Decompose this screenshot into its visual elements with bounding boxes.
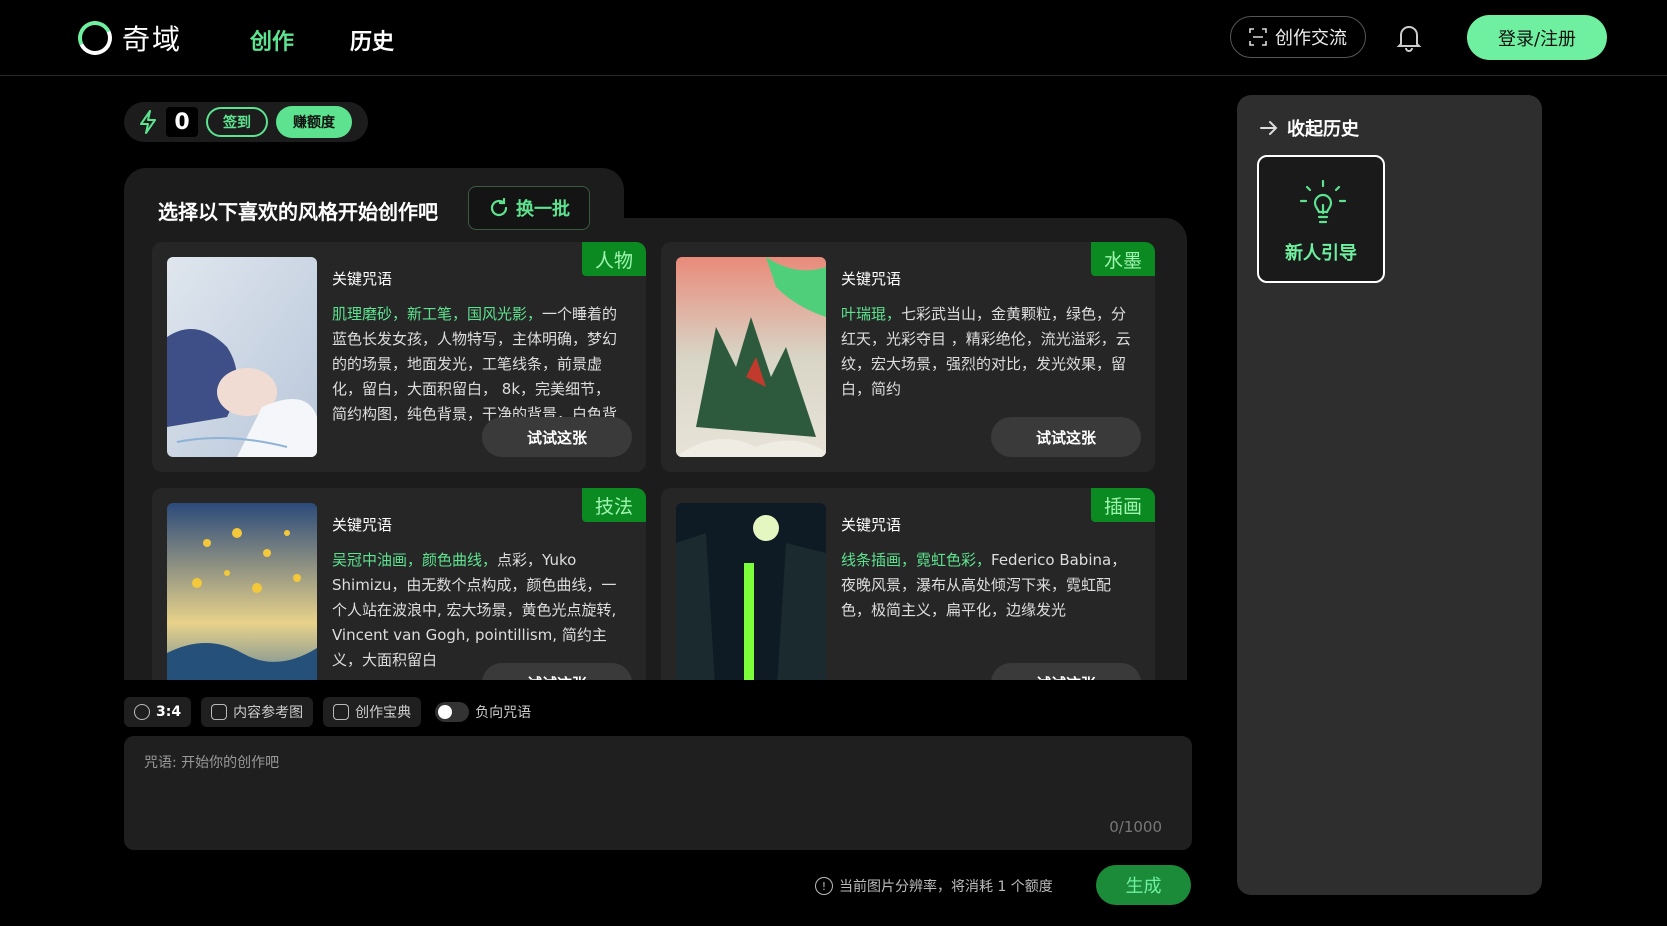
- refresh-icon: [490, 197, 508, 217]
- card-keyword-label: 关键咒语: [841, 270, 902, 288]
- card-category-tag: 技法: [582, 488, 646, 522]
- negative-prompt-toggle[interactable]: [435, 702, 470, 722]
- negative-prompt-control: 负向咒语: [431, 697, 541, 727]
- newbie-guide-label: 新人引导: [1285, 243, 1357, 264]
- collapse-history-button[interactable]: 收起历史: [1259, 115, 1359, 141]
- card-keyword-label: 关键咒语: [332, 270, 393, 288]
- login-register-button[interactable]: 登录/注册: [1467, 15, 1607, 60]
- prompt-box: 0/1000: [124, 736, 1192, 850]
- card-highlight: 线条插画，霓虹色彩，: [841, 551, 992, 569]
- top-header: 奇域 创作 历史 创作交流 登录/注册: [0, 0, 1667, 76]
- logo[interactable]: 奇域: [73, 16, 183, 60]
- codex-button[interactable]: 创作宝典: [323, 697, 422, 727]
- card-description: 线条插画，霓虹色彩，Federico Babina，夜晚风景，瀑布从高处倾泻下来…: [841, 548, 1131, 668]
- cost-note: ! 当前图片分辨率，将消耗 1 个额度: [815, 876, 1053, 896]
- logo-icon: [73, 16, 117, 60]
- style-thumbnail-neon-waterfall: [676, 503, 826, 680]
- refresh-batch-button[interactable]: 换一批: [468, 186, 590, 230]
- style-thumbnail-pointillism-waves: [167, 503, 317, 680]
- collapse-history-label: 收起历史: [1287, 119, 1359, 140]
- reference-image-button[interactable]: 内容参考图: [201, 697, 314, 727]
- nav-create[interactable]: 创作: [250, 24, 294, 56]
- aspect-ratio-icon: [134, 704, 150, 720]
- newbie-guide-card[interactable]: 新人引导: [1257, 155, 1385, 283]
- try-this-button[interactable]: 试试这张: [482, 417, 632, 457]
- card-keyword-label: 关键咒语: [332, 516, 393, 534]
- arrow-right-icon: [1260, 121, 1278, 135]
- checkin-button[interactable]: 签到: [206, 107, 268, 137]
- codex-label: 创作宝典: [355, 705, 412, 721]
- community-button-label: 创作交流: [1275, 28, 1347, 49]
- plus-icon: [211, 704, 228, 720]
- style-thumbnail-ink-mountain: [676, 257, 826, 457]
- card-description: 吴冠中油画，颜色曲线，点彩，Yuko Shimizu，由无数个点构成，颜色曲线，…: [332, 548, 622, 673]
- aspect-ratio-label: 3:4: [156, 704, 182, 720]
- style-card[interactable]: 关键咒语 线条插画，霓虹色彩，Federico Babina，夜晚风景，瀑布从高…: [661, 488, 1155, 680]
- prompt-input[interactable]: [144, 752, 1164, 812]
- reference-image-label: 内容参考图: [233, 705, 304, 721]
- card-highlight: 叶瑞琨，: [841, 305, 902, 323]
- style-card[interactable]: 关键咒语 叶瑞琨，七彩武当山，金黄颗粒，绿色，分红天，光彩夺目 ，精彩绝伦，流光…: [661, 242, 1155, 472]
- logo-text: 奇域: [122, 23, 183, 56]
- style-thumbnail-sleeping-girl: [167, 257, 317, 457]
- try-this-button[interactable]: 试试这张: [482, 663, 632, 680]
- negative-prompt-label: 负向咒语: [475, 705, 532, 721]
- card-keyword-label: 关键咒语: [841, 516, 902, 534]
- refresh-batch-label: 换一批: [516, 199, 570, 220]
- earn-credits-button[interactable]: 赚额度: [276, 106, 352, 138]
- info-icon: !: [815, 877, 833, 895]
- credits-bar: 0 签到 赚额度: [124, 102, 368, 142]
- try-this-button[interactable]: 试试这张: [991, 417, 1141, 457]
- generate-button[interactable]: 生成: [1096, 865, 1191, 905]
- style-panel-title: 选择以下喜欢的风格开始创作吧: [158, 200, 438, 224]
- card-highlight: 肌理磨砂，新工笔，国风光影，: [332, 305, 543, 323]
- scan-frame-icon: [1249, 28, 1267, 46]
- card-description: 叶瑞琨，七彩武当山，金黄颗粒，绿色，分红天，光彩夺目 ，精彩绝伦，流光溢彩，云纹…: [841, 302, 1131, 422]
- book-icon: [333, 704, 350, 720]
- card-category-tag: 人物: [582, 242, 646, 276]
- aspect-ratio-button[interactable]: 3:4: [124, 697, 192, 727]
- community-button[interactable]: 创作交流: [1230, 16, 1366, 58]
- prompt-char-count: 0/1000: [1109, 818, 1162, 836]
- style-card[interactable]: 关键咒语 肌理磨砂，新工笔，国风光影，一个睡着的蓝色长发女孩，人物特写，主体明确…: [152, 242, 646, 472]
- history-sidebar: 收起历史 新人引导: [1237, 95, 1542, 895]
- style-card[interactable]: 关键咒语 吴冠中油画，颜色曲线，点彩，Yuko Shimizu，由无数个点构成，…: [152, 488, 646, 680]
- card-category-tag: 插画: [1091, 488, 1155, 522]
- card-description: 肌理磨砂，新工笔，国风光影，一个睡着的蓝色长发女孩，人物特写，主体明确，梦幻的的…: [332, 302, 622, 422]
- cost-note-text: 当前图片分辨率，将消耗 1 个额度: [839, 879, 1053, 895]
- bell-icon[interactable]: [1396, 22, 1422, 52]
- prompt-toolbar: 3:4 内容参考图 创作宝典 负向咒语: [124, 697, 541, 727]
- card-category-tag: 水墨: [1091, 242, 1155, 276]
- lightning-icon: [140, 110, 156, 134]
- nav-history[interactable]: 历史: [350, 24, 394, 56]
- credit-count: 0: [166, 107, 198, 137]
- lightbulb-icon: [1299, 179, 1347, 224]
- try-this-button[interactable]: 试试这张: [991, 663, 1141, 680]
- style-panel: 关键咒语 肌理磨砂，新工笔，国风光影，一个睡着的蓝色长发女孩，人物特写，主体明确…: [124, 218, 1187, 680]
- card-highlight: 吴冠中油画，颜色曲线，: [332, 551, 498, 569]
